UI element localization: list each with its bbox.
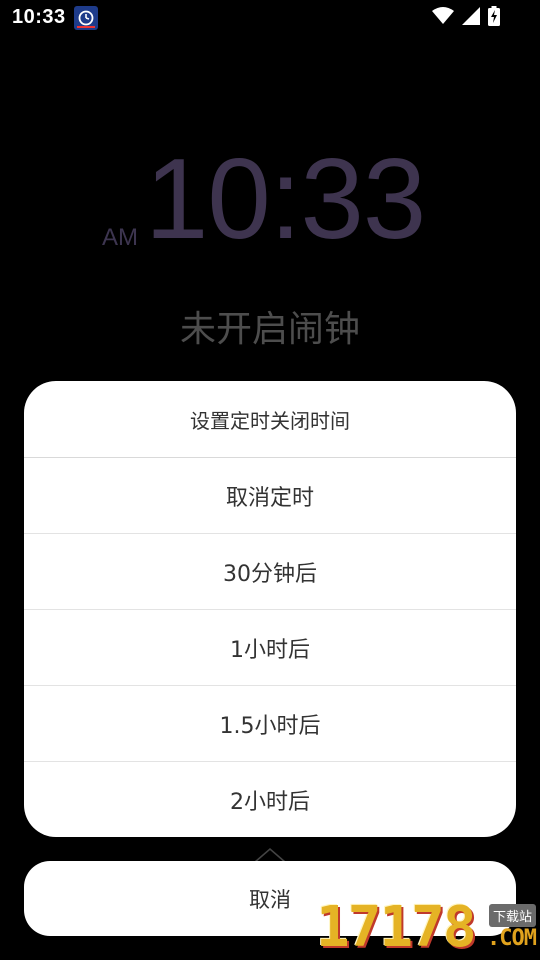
alarm-status-text: 未开启闹钟	[179, 309, 360, 350]
watermark-domain: .COM	[487, 926, 537, 951]
screen: 10:33 AM 10:33 未开启闹钟 设置定时关闭时间 取消定时 30分钟后…	[0, 0, 540, 960]
watermark-digits: 17178	[316, 895, 477, 960]
clock-ampm: AM	[102, 224, 138, 251]
status-bar: 10:33	[0, 0, 540, 36]
site-watermark-logo: 17178 下载站 .COM	[316, 896, 540, 960]
status-time: 10:33	[12, 6, 66, 28]
alarm-clock-app-icon	[74, 6, 98, 30]
option-1-5-hours[interactable]: 1.5小时后	[24, 686, 516, 762]
dialog-title: 设置定时关闭时间	[24, 381, 516, 458]
sleep-timer-dialog: 设置定时关闭时间 取消定时 30分钟后 1小时后 1.5小时后 2小时后	[24, 381, 516, 837]
option-2-hours[interactable]: 2小时后	[24, 762, 516, 837]
status-icons	[432, 6, 500, 30]
option-cancel-timer[interactable]: 取消定时	[24, 458, 516, 534]
clock-time: 10:33	[145, 136, 426, 263]
watermark-tag: 下载站	[488, 904, 536, 927]
cellular-signal-icon	[462, 7, 480, 29]
option-1-hour[interactable]: 1小时后	[24, 610, 516, 686]
option-30-minutes[interactable]: 30分钟后	[24, 534, 516, 610]
battery-charging-icon	[488, 6, 500, 30]
wifi-icon	[432, 7, 454, 29]
